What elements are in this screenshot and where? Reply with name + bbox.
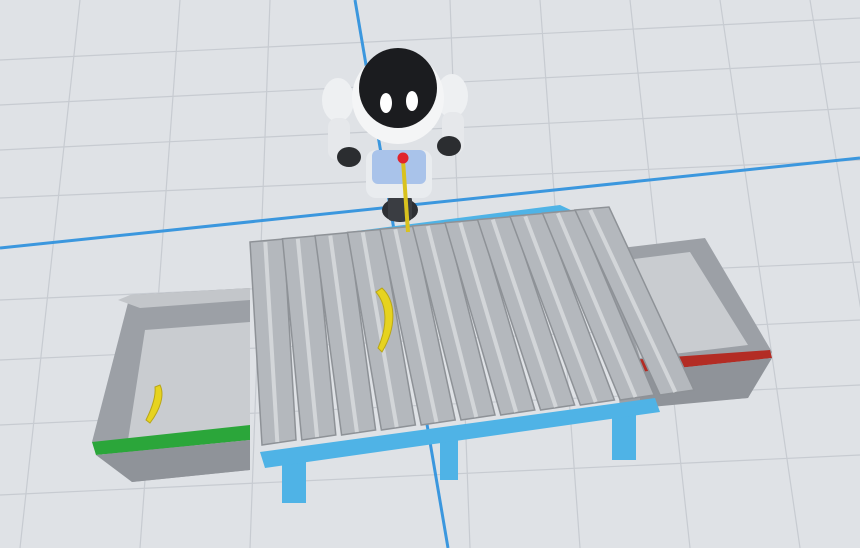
game-viewport[interactable]: [0, 0, 860, 548]
